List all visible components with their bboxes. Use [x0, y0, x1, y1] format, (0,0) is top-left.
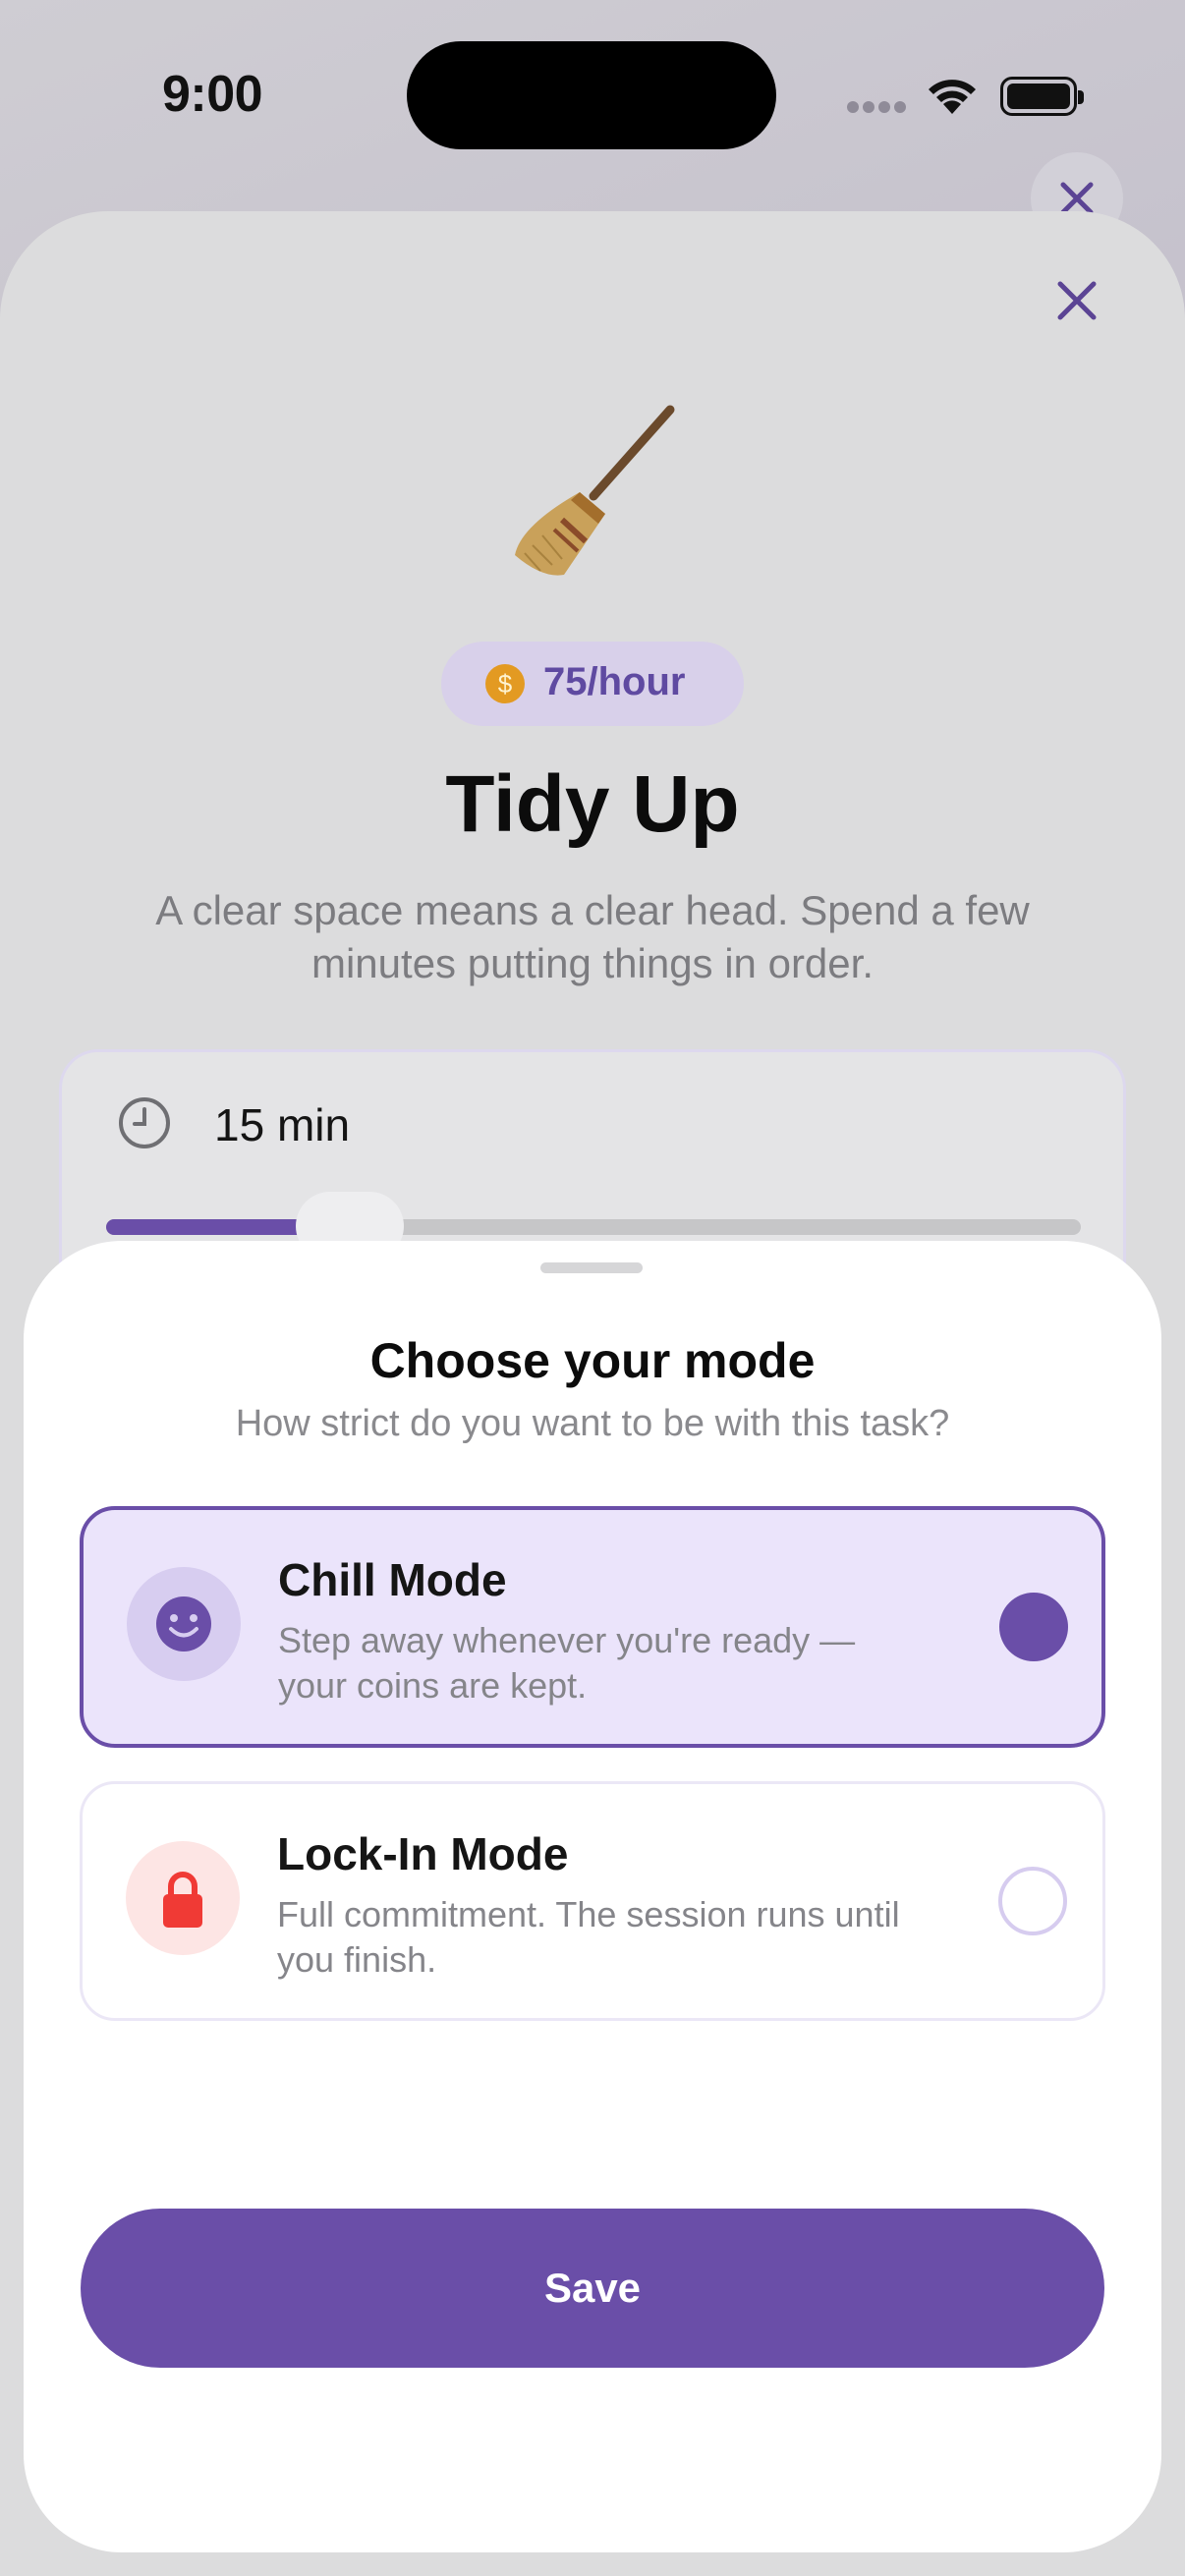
status-bar: 9:00: [0, 0, 1185, 196]
task-description: A clear space means a clear head. Spend …: [155, 887, 1030, 986]
mode-option-chill[interactable]: Chill Mode Step away whenever you're rea…: [80, 1506, 1105, 1748]
status-time: 9:00: [162, 66, 263, 123]
card-close-icon[interactable]: [1051, 275, 1102, 326]
save-button[interactable]: Save: [81, 2209, 1104, 2368]
wifi-icon: [929, 80, 976, 114]
duration-value: 15 min: [214, 1099, 351, 1150]
lock-icon: [126, 1841, 240, 1955]
sheet-subtitle: How strict do you want to be with this t…: [235, 1403, 950, 1444]
duration-slider-fill: [106, 1219, 321, 1235]
battery-icon: [1000, 77, 1084, 116]
task-title: Tidy Up: [445, 759, 740, 849]
mode-option-lock-in[interactable]: Lock-In Mode Full commitment. The sessio…: [80, 1781, 1105, 2021]
mode-title: Chill Mode: [278, 1554, 507, 1605]
broom-icon: [515, 405, 675, 576]
coin-icon: $: [485, 664, 525, 703]
smiley-icon: [127, 1567, 241, 1681]
mode-title: Lock-In Mode: [277, 1828, 569, 1879]
mode-description: Step away whenever you're ready — your c…: [278, 1620, 856, 1706]
dynamic-island: [407, 41, 776, 149]
radio-selected[interactable]: [999, 1593, 1068, 1661]
mode-bottom-sheet: Choose your mode How strict do you want …: [24, 1241, 1161, 2552]
sheet-title: Choose your mode: [369, 1333, 816, 1388]
duration-slider-track[interactable]: [106, 1219, 1081, 1235]
clock-icon: [119, 1097, 170, 1148]
cellular-signal-icon: [847, 100, 910, 118]
mode-description: Full commitment. The session runs until …: [277, 1894, 900, 1980]
rate-badge: $ 75/hour: [441, 642, 744, 726]
sheet-grabber[interactable]: [540, 1262, 643, 1273]
radio-unselected[interactable]: [998, 1867, 1067, 1935]
rate-text: 75/hour: [543, 660, 686, 703]
